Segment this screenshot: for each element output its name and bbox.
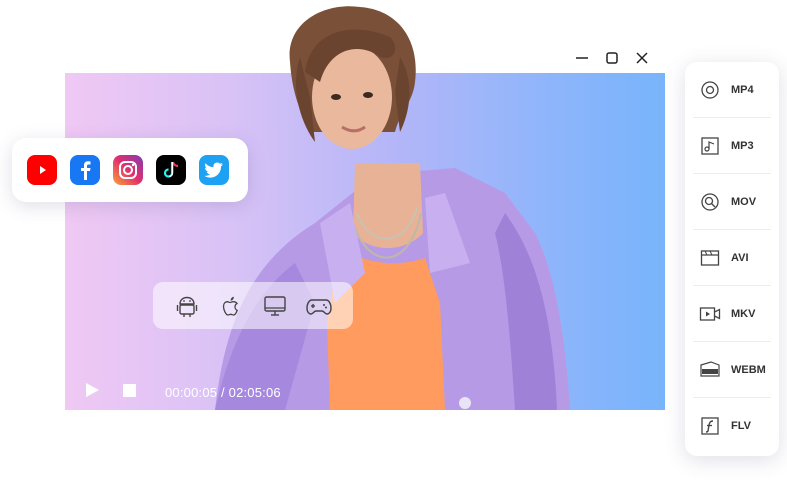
output-formats-panel: MP4 MP3 MOV AVI MKV WEBM FLV — [685, 62, 779, 456]
format-item-mp4[interactable]: MP4 — [693, 62, 771, 118]
mov-icon — [699, 191, 721, 213]
flv-icon — [699, 415, 721, 437]
format-label: MP3 — [731, 139, 754, 152]
playback-bar: 00:00:05 / 02:05:06 — [84, 382, 281, 403]
format-item-avi[interactable]: AVI — [693, 230, 771, 286]
mp3-icon — [699, 135, 721, 157]
window-controls — [574, 50, 650, 66]
format-label: FLV — [731, 420, 751, 432]
format-item-mp3[interactable]: MP3 — [693, 118, 771, 174]
stop-icon[interactable] — [122, 383, 137, 403]
devices-panel — [153, 282, 353, 329]
youtube-icon[interactable] — [27, 155, 57, 185]
format-label: MOV — [731, 195, 757, 208]
gamepad-icon[interactable] — [306, 293, 332, 319]
webm-icon — [699, 359, 721, 381]
format-label: MKV — [731, 307, 756, 320]
format-item-mkv[interactable]: MKV — [693, 286, 771, 342]
format-item-webm[interactable]: WEBM — [693, 342, 771, 398]
tiktok-icon[interactable] — [156, 155, 186, 185]
playback-time: 00:00:05 / 02:05:06 — [165, 385, 281, 400]
format-label: AVI — [731, 251, 749, 264]
mp4-icon — [699, 79, 721, 101]
android-icon[interactable] — [174, 293, 200, 319]
twitter-icon[interactable] — [199, 155, 229, 185]
social-platforms-panel — [12, 138, 248, 202]
facebook-icon[interactable] — [70, 155, 100, 185]
mkv-icon — [699, 303, 721, 325]
avi-icon — [699, 247, 721, 269]
maximize-icon[interactable] — [604, 50, 620, 66]
play-icon[interactable] — [84, 382, 100, 403]
minimize-icon[interactable] — [574, 50, 590, 66]
tv-icon[interactable] — [262, 293, 288, 319]
format-label: MP4 — [731, 83, 754, 96]
apple-icon[interactable] — [218, 293, 244, 319]
close-icon[interactable] — [634, 50, 650, 66]
person-head — [289, 6, 416, 149]
format-item-mov[interactable]: MOV — [693, 174, 771, 230]
format-item-flv[interactable]: FLV — [693, 398, 771, 454]
instagram-icon[interactable] — [113, 155, 143, 185]
format-label: WEBM — [731, 363, 766, 376]
